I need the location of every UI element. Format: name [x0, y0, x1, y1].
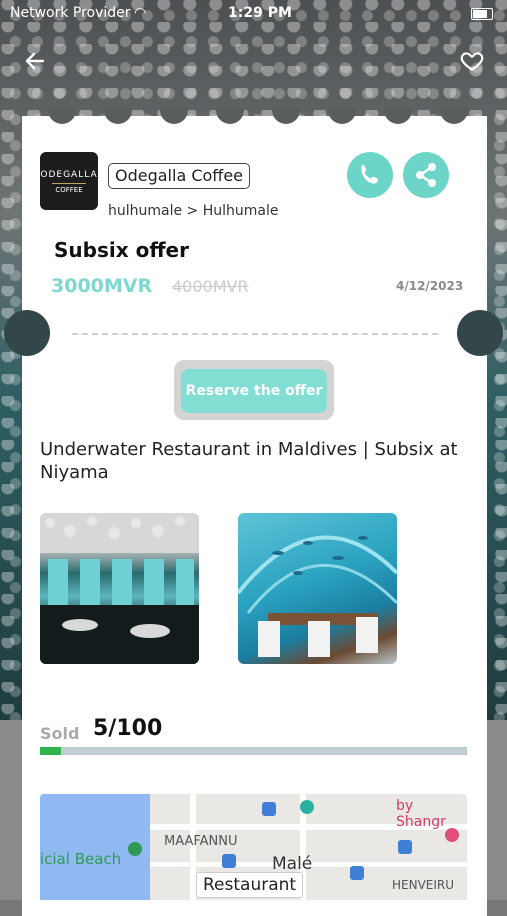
restaurant-interior-photo[interactable] — [40, 513, 199, 664]
map-label-area: HENVEIRU — [392, 878, 455, 892]
sold-progress-fill — [40, 747, 62, 755]
offer-price: 3000MVR — [51, 275, 153, 297]
carrier-label: Network Provider — [10, 5, 131, 21]
museum-icon — [300, 800, 314, 814]
phone-icon — [361, 165, 378, 184]
offer-title: Subsix offer — [54, 238, 189, 262]
share-button[interactable] — [403, 152, 449, 198]
reserve-offer-button[interactable]: Reserve the offer — [181, 369, 327, 413]
battery-icon — [471, 8, 493, 20]
underwater-dining-photo[interactable] — [238, 513, 397, 664]
logo-text: ODEGALLA — [40, 170, 98, 180]
ticket-notch-right — [457, 310, 503, 356]
bus-stop-icon — [262, 802, 276, 816]
original-price: 4000MVR — [172, 277, 249, 296]
map-label-hotel: by Shangr — [396, 798, 446, 830]
back-button[interactable] — [20, 46, 50, 76]
favorite-button[interactable] — [457, 46, 487, 76]
park-pin-icon — [128, 842, 142, 856]
wifi-icon: ◠ — [134, 5, 147, 21]
logo-subtext: COFFEE — [52, 183, 86, 194]
sold-progress-bar — [40, 747, 467, 755]
arrow-left-icon — [25, 52, 45, 70]
call-button[interactable] — [347, 152, 393, 198]
sold-label: Sold — [40, 724, 80, 743]
merchant-name[interactable]: Odegalla Coffee — [108, 163, 251, 189]
photo-illustration — [238, 535, 397, 657]
status-bar: Network Provider ◠ 1:29 PM — [0, 0, 507, 26]
location-map[interactable]: icial Beach MAAFANNU Malé HENVEIRU by Sh… — [40, 794, 467, 900]
sold-count: 5/100 — [93, 716, 163, 741]
map-label-beach: icial Beach — [40, 850, 122, 868]
share-icon — [416, 163, 436, 187]
merchant-location: hulhumale > Hulhumale — [108, 203, 279, 219]
map-label-district: MAAFANNU — [164, 834, 238, 849]
ticket-notch-left — [4, 310, 50, 356]
merchant-logo: ODEGALLA COFFEE — [40, 152, 98, 210]
bus-stop-icon — [398, 840, 412, 854]
heart-icon — [460, 52, 484, 71]
offer-description: Underwater Restaurant in Maldives | Subs… — [40, 439, 458, 483]
hotel-pin-icon — [445, 828, 459, 842]
map-label-city: Malé — [272, 854, 313, 874]
restaurant-map-pin[interactable]: Restaurant — [196, 872, 304, 898]
status-time: 1:29 PM — [228, 5, 292, 21]
bus-stop-icon — [350, 866, 364, 880]
ticket-divider — [72, 333, 438, 335]
photo-illustration — [40, 513, 199, 664]
bus-stop-icon — [222, 854, 236, 868]
offer-date: 4/12/2023 — [396, 279, 464, 293]
